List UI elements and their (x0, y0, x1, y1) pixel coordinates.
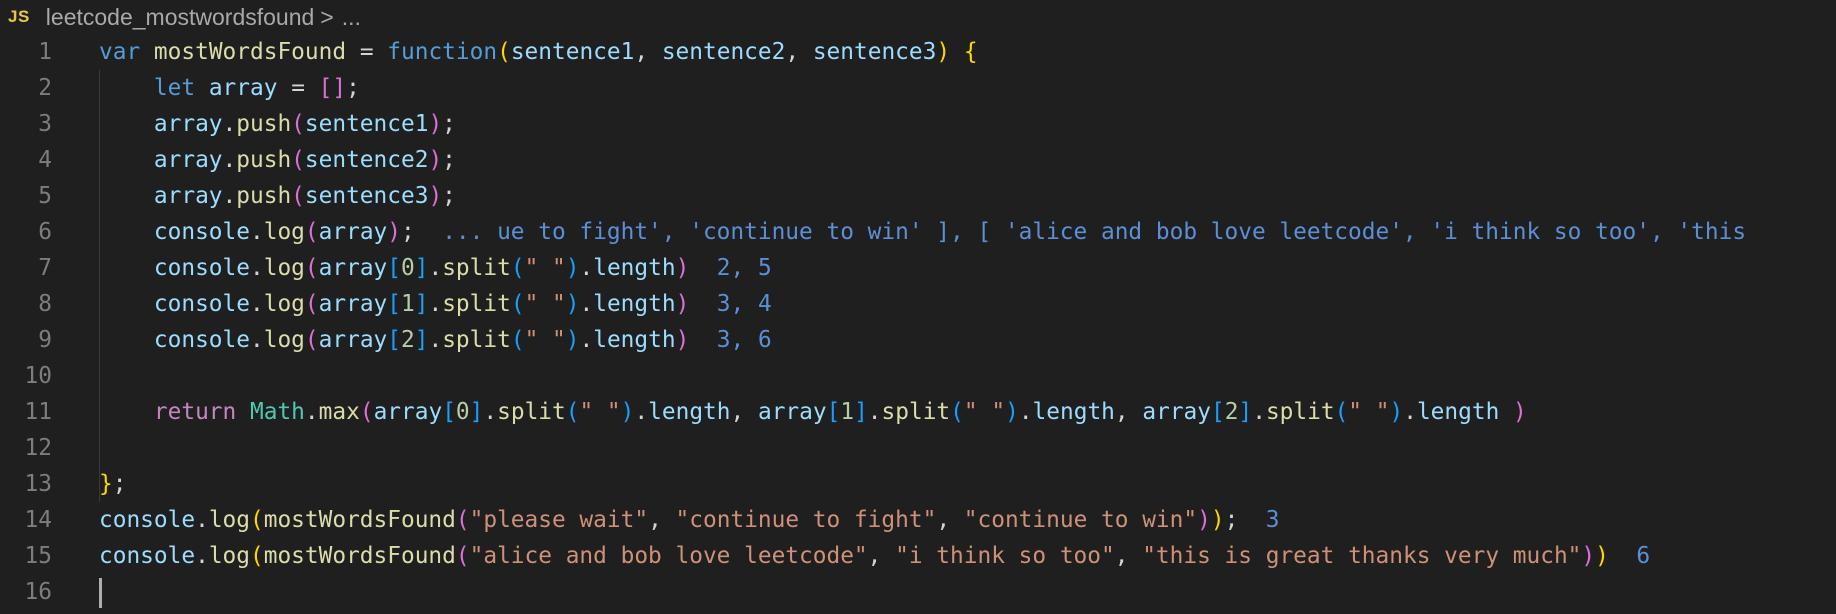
line-number: 5 (38, 183, 52, 209)
code-text: console.log(array); ... ue to fight', 'c… (153, 219, 1747, 245)
text-cursor (99, 577, 102, 608)
code-line-10[interactable]: 10 (0, 358, 1836, 394)
code-text: return Math.max(array[0].split(" ").leng… (153, 399, 1527, 425)
inline-result: ... ue to fight', 'continue to win' ], [… (442, 219, 1747, 245)
code-line-4[interactable]: 4 array.push(sentence2); (0, 142, 1836, 178)
javascript-file-icon: JS (8, 7, 30, 26)
breadcrumb-ellipsis[interactable]: ... (342, 4, 361, 31)
line-number: 4 (38, 147, 52, 173)
line-number: 8 (38, 291, 52, 317)
code-text: }; (99, 471, 127, 497)
code-line-3[interactable]: 3 array.push(sentence1); (0, 106, 1836, 142)
code-line-12[interactable]: 12 (0, 430, 1836, 466)
line-number: 13 (24, 471, 52, 497)
code-text: console.log(mostWordsFound("alice and bo… (99, 543, 1651, 569)
line-number: 6 (38, 219, 52, 245)
code-text: array.push(sentence1); (153, 111, 456, 137)
line-number: 2 (38, 75, 52, 101)
code-text: array.push(sentence2); (153, 147, 456, 173)
line-number: 16 (24, 579, 52, 605)
code-text: console.log(mostWordsFound("please wait"… (99, 507, 1280, 533)
code-line-14[interactable]: 14 console.log(mostWordsFound("please wai… (0, 502, 1836, 538)
line-number: 9 (38, 327, 52, 353)
inline-result: 3 (1265, 507, 1280, 533)
code-editor[interactable]: 1 var mostWordsFound = function(sentence1… (0, 34, 1836, 610)
breadcrumb: JS leetcode_mostwordsfound > ... (0, 0, 1836, 34)
code-text: var mostWordsFound = function(sentence1,… (99, 39, 978, 65)
line-number: 3 (38, 111, 52, 137)
code-text: array.push(sentence3); (153, 183, 456, 209)
line-number: 10 (24, 363, 52, 389)
code-line-5[interactable]: 5 array.push(sentence3); (0, 178, 1836, 214)
code-text: console.log(array[1].split(" ").length) … (153, 291, 772, 317)
code-line-6[interactable]: 6 console.log(array); ... ue to fight', … (0, 214, 1836, 250)
line-number: 11 (24, 399, 52, 425)
code-text: let array = []; (153, 75, 360, 101)
code-line-8[interactable]: 8 console.log(array[1].split(" ").length… (0, 286, 1836, 322)
inline-result: 3, 4 (716, 291, 772, 317)
line-number: 15 (24, 543, 52, 569)
line-number: 14 (24, 507, 52, 533)
code-line-7[interactable]: 7 console.log(array[0].split(" ").length… (0, 250, 1836, 286)
code-text: console.log(array[0].split(" ").length) … (153, 255, 772, 281)
code-line-13[interactable]: 13}; (0, 466, 1836, 502)
inline-result: 2, 5 (716, 255, 772, 281)
line-number: 7 (38, 255, 52, 281)
code-line-9[interactable]: 9 console.log(array[2].split(" ").length… (0, 322, 1836, 358)
line-number: 12 (24, 435, 52, 461)
code-line-16[interactable]: 16 (0, 574, 1836, 610)
chevron-right-icon: > (320, 3, 334, 30)
code-line-1[interactable]: 1 var mostWordsFound = function(sentence1… (0, 34, 1836, 70)
code-text (99, 577, 102, 608)
inline-result: 3, 6 (716, 327, 772, 353)
inline-result: 6 (1636, 543, 1651, 569)
code-text: console.log(array[2].split(" ").length) … (153, 327, 772, 353)
code-line-2[interactable]: 2 let array = []; (0, 70, 1836, 106)
breadcrumb-file-name[interactable]: leetcode_mostwordsfound (46, 4, 315, 31)
line-number: 1 (38, 39, 52, 65)
code-line-11[interactable]: 11 return Math.max(array[0].split(" ").l… (0, 394, 1836, 430)
code-line-15[interactable]: 15 console.log(mostWordsFound("alice and … (0, 538, 1836, 574)
